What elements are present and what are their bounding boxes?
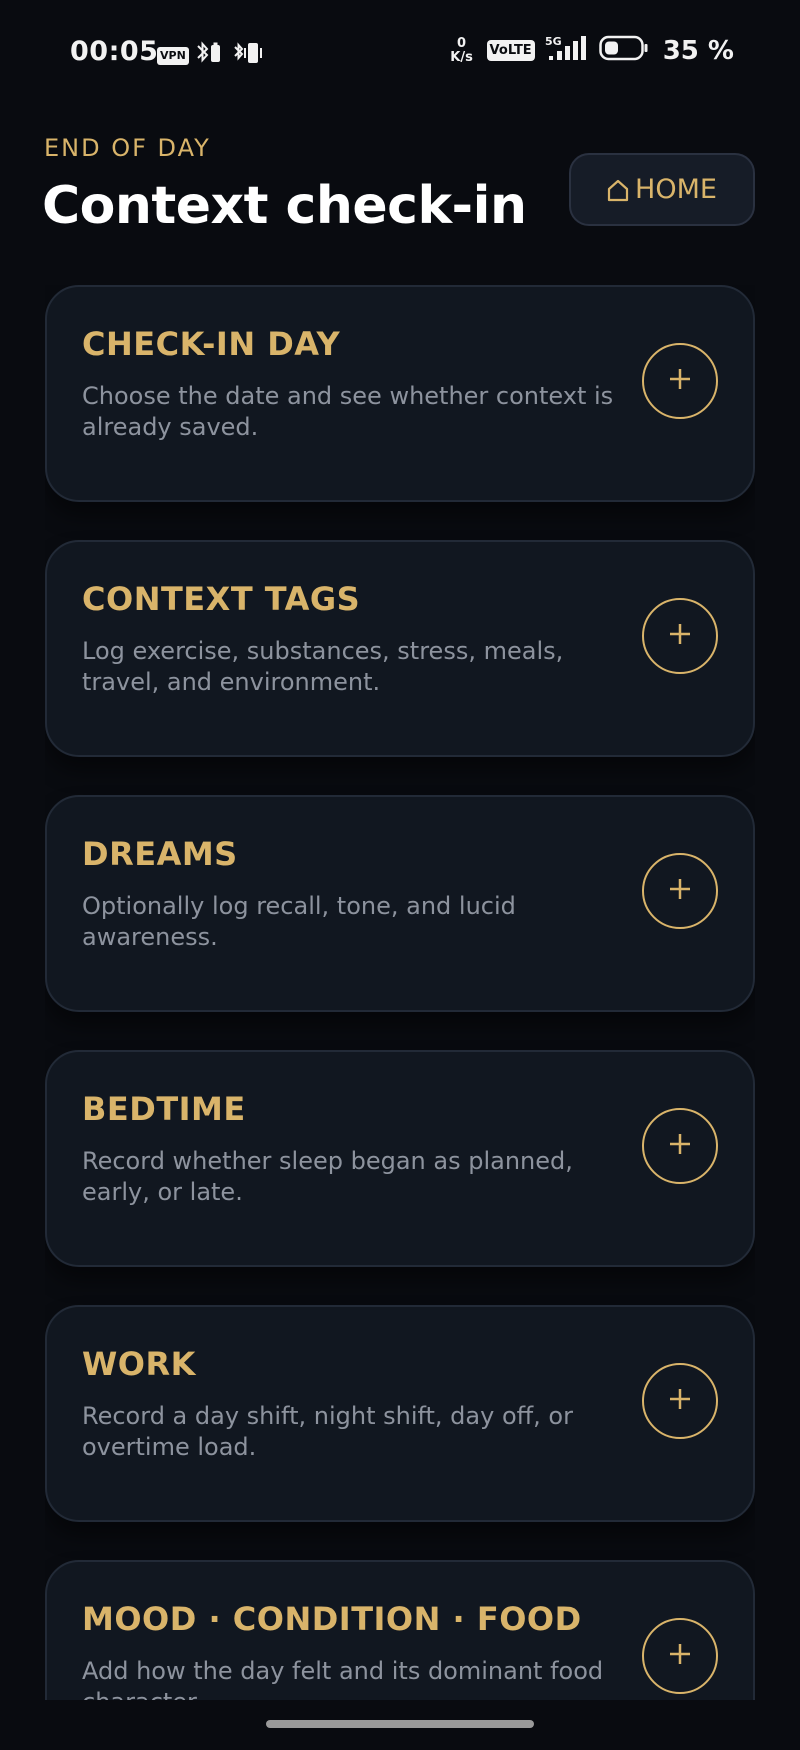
card-title: CONTEXT TAGS [82,580,361,618]
card-bedtime[interactable]: BEDTIME Record whether sleep began as pl… [45,1050,755,1267]
card-title: MOOD · CONDITION · FOOD [82,1600,582,1638]
add-button[interactable] [642,343,718,419]
status-left-icons: VPN [157,40,267,71]
plus-icon [667,366,693,397]
card-description: Choose the date and see whether context … [82,382,614,441]
add-button[interactable] [642,1618,718,1694]
page-eyebrow: END OF DAY [44,134,211,162]
add-button[interactable] [642,1363,718,1439]
card-title: CHECK-IN DAY [82,325,341,363]
card-title: WORK [82,1345,196,1383]
card-title: BEDTIME [82,1090,246,1128]
card-description: Record whether sleep began as planned, e… [82,1147,573,1206]
gesture-bar[interactable] [266,1720,534,1728]
home-button[interactable]: HOME [569,153,755,226]
status-time: 00:05 [70,36,159,67]
card-title: DREAMS [82,835,238,873]
section-list: CHECK-IN DAY Choose the date and see whe… [45,285,755,1700]
bluetooth-vibrate-icon [233,40,267,71]
svg-text:5G: 5G [545,35,562,48]
network-speed: 0 K/s [450,35,473,65]
bluetooth-battery-icon [195,40,227,71]
plus-icon [667,1641,693,1672]
card-description: Add how the day felt and its dominant fo… [82,1657,604,1700]
plus-icon [667,621,693,652]
add-button[interactable] [642,1108,718,1184]
status-right-icons: 0 K/s VoLTE 5G 35 % [447,34,734,67]
vpn-icon: VPN [157,46,189,65]
card-description: Log exercise, substances, stress, meals,… [82,637,564,696]
card-work[interactable]: WORK Record a day shift, night shift, da… [45,1305,755,1522]
plus-icon [667,876,693,907]
plus-icon [667,1386,693,1417]
add-button[interactable] [642,598,718,674]
volte-icon: VoLTE [486,40,535,61]
battery-percent: 35 % [662,35,734,66]
add-button[interactable] [642,853,718,929]
card-dreams[interactable]: DREAMS Optionally log recall, tone, and … [45,795,755,1012]
signal-icon: 5G [545,34,589,67]
plus-icon [667,1131,693,1162]
home-button-label: HOME [635,174,717,205]
card-description: Optionally log recall, tone, and lucid a… [82,892,516,951]
card-mood-condition-food[interactable]: MOOD · CONDITION · FOOD Add how the day … [45,1560,755,1700]
page-title: Context check-in [42,176,527,236]
battery-icon [598,34,649,67]
card-context-tags[interactable]: CONTEXT TAGS Log exercise, substances, s… [45,540,755,757]
card-check-in-day[interactable]: CHECK-IN DAY Choose the date and see whe… [45,285,755,502]
home-icon [607,178,629,202]
card-description: Record a day shift, night shift, day off… [82,1402,573,1461]
status-bar: 00:05 VPN 0 K/s VoLTE 5G 35 % [0,0,800,104]
